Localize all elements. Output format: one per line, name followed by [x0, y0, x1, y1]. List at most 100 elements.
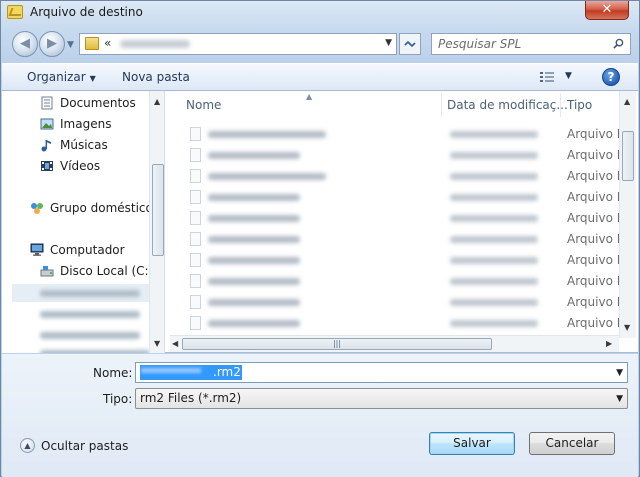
redacted-drive-label: [40, 311, 140, 318]
save-form: Nome: .rm2 ▼ Tipo: rm2 Files (*.rm2) ▼ ▲…: [2, 354, 638, 477]
column-header-type[interactable]: Tipo: [567, 91, 592, 119]
redacted-file-name: [208, 257, 300, 264]
sidebar-item-local-disk[interactable]: Disco Local (C:): [2, 261, 153, 281]
address-path-redacted: [120, 40, 190, 48]
scroll-thumb[interactable]: |||: [182, 338, 492, 350]
search-box[interactable]: [431, 33, 631, 55]
file-list-scrollbar[interactable]: ▲ ▼: [619, 91, 636, 338]
scroll-down-icon[interactable]: ▼: [624, 323, 630, 332]
table-row[interactable]: Arquivo R: [170, 271, 626, 292]
organize-button[interactable]: Organizar ▼: [27, 70, 96, 84]
table-row[interactable]: Arquivo R: [170, 187, 626, 208]
view-dropdown-icon[interactable]: ▼: [565, 71, 572, 81]
redacted-file-name: [208, 152, 300, 159]
file-icon: [190, 127, 201, 141]
navigation-scrollbar[interactable]: ▲ ▼: [149, 91, 164, 353]
column-header-name[interactable]: Nome: [186, 91, 221, 119]
address-bar[interactable]: « ▼: [79, 33, 397, 55]
file-icon: [190, 274, 201, 288]
sidebar-item-label: Grupo doméstico: [50, 201, 153, 215]
redacted-file-date: [450, 236, 538, 243]
redacted-file-date: [450, 131, 538, 138]
scroll-down-icon[interactable]: ▼: [154, 339, 160, 348]
file-type-select[interactable]: rm2 Files (*.rm2) ▼: [135, 388, 628, 409]
browser-pane: Documentos Imagens Músicas Vídeos Grupo …: [2, 91, 638, 353]
sidebar-item-documents[interactable]: Documentos: [2, 93, 152, 113]
file-name-input[interactable]: .rm2 ▼: [135, 362, 628, 383]
file-type: Arquivo R: [567, 316, 626, 330]
local-disk-icon: [40, 266, 54, 277]
file-type: Arquivo R: [567, 127, 626, 141]
scroll-right-icon[interactable]: ▶: [606, 339, 612, 348]
organize-label: Organizar: [27, 70, 86, 84]
sidebar-item-label: Imagens: [60, 117, 112, 131]
command-bar: Organizar ▼ Nova pasta ▼ ?: [2, 63, 638, 91]
address-dropdown-icon[interactable]: ▼: [385, 38, 392, 48]
back-button[interactable]: ◀: [12, 31, 38, 57]
file-icon: [190, 295, 201, 309]
redacted-file-date: [450, 173, 538, 180]
sidebar-item-pictures[interactable]: Imagens: [2, 114, 152, 134]
sidebar-item-label: Vídeos: [60, 159, 101, 173]
sidebar-item-music[interactable]: Músicas: [2, 135, 152, 155]
scroll-thumb[interactable]: [152, 164, 164, 256]
new-folder-button[interactable]: Nova pasta: [122, 70, 190, 84]
file-icon: [190, 169, 201, 183]
column-header-date[interactable]: Data de modificaç...: [447, 91, 568, 119]
table-row[interactable]: Arquivo R: [170, 313, 626, 334]
scroll-up-icon[interactable]: ▲: [624, 97, 630, 106]
chevron-up-icon: ▲: [20, 438, 35, 453]
redacted-file-name: [208, 320, 300, 327]
chevron-down-icon[interactable]: ▼: [616, 368, 623, 378]
file-type: Arquivo R: [567, 148, 626, 162]
save-dialog-window: Arquivo de destino ✕ ◀ ▶ ▼ « ▼ Pesquisar…: [0, 0, 640, 477]
column-divider[interactable]: [441, 93, 442, 117]
column-divider[interactable]: [560, 93, 561, 117]
file-list: ▲ Nome Data de modificaç... Tipo Arquivo…: [170, 91, 638, 353]
recent-locations-dropdown[interactable]: ▼: [67, 40, 74, 50]
file-icon: [190, 316, 201, 330]
homegroup-icon: [31, 203, 43, 214]
view-options-icon[interactable]: [540, 71, 554, 83]
horizontal-scrollbar[interactable]: ◀ ||| ▶: [170, 335, 619, 352]
save-button[interactable]: Salvar: [429, 432, 515, 455]
table-row[interactable]: Arquivo R: [170, 292, 625, 313]
file-icon: [190, 190, 201, 204]
table-row[interactable]: Arquivo R: [170, 145, 626, 166]
search-input[interactable]: [438, 36, 608, 52]
file-icon: [190, 211, 201, 225]
refresh-icon: [404, 40, 416, 48]
scroll-left-icon[interactable]: ◀: [172, 339, 178, 348]
sidebar-item-videos[interactable]: Vídeos: [2, 156, 152, 176]
table-row[interactable]: Arquivo R: [170, 250, 626, 271]
file-type: Arquivo R: [567, 253, 626, 267]
cancel-button[interactable]: Cancelar: [529, 432, 615, 455]
scroll-thumb[interactable]: [622, 131, 634, 181]
file-type: Arquivo R: [567, 274, 626, 288]
close-button[interactable]: ✕: [585, 1, 629, 20]
table-row[interactable]: Arquivo R: [170, 124, 626, 145]
table-row[interactable]: Arquivo R: [170, 229, 626, 250]
sidebar-item-label: Documentos: [60, 96, 136, 110]
help-button[interactable]: ?: [602, 68, 620, 86]
table-row[interactable]: Arquivo R: [170, 166, 625, 187]
navigation-bar: ◀ ▶ ▼ « ▼: [1, 29, 639, 59]
hide-folders-label: Ocultar pastas: [41, 439, 129, 453]
app-icon: [7, 5, 23, 19]
forward-button[interactable]: ▶: [39, 31, 65, 57]
search-icon[interactable]: [613, 38, 624, 49]
pictures-icon: [40, 118, 54, 130]
refresh-button[interactable]: [399, 33, 421, 55]
scroll-up-icon[interactable]: ▲: [154, 97, 160, 106]
file-type: Arquivo R: [567, 232, 626, 246]
title-bar: Arquivo de destino ✕: [1, 1, 639, 25]
table-row[interactable]: Arquivo R: [170, 208, 625, 229]
chevron-down-icon: ▼: [616, 394, 623, 404]
address-overflow[interactable]: «: [104, 36, 111, 50]
sidebar-item-homegroup[interactable]: Grupo doméstico: [2, 198, 153, 218]
redacted-file-date: [450, 152, 538, 159]
redacted-file-date: [450, 215, 538, 222]
redacted-file-name: [208, 236, 300, 243]
file-type: Arquivo R: [567, 190, 626, 204]
sidebar-item-computer[interactable]: Computador: [2, 240, 152, 260]
